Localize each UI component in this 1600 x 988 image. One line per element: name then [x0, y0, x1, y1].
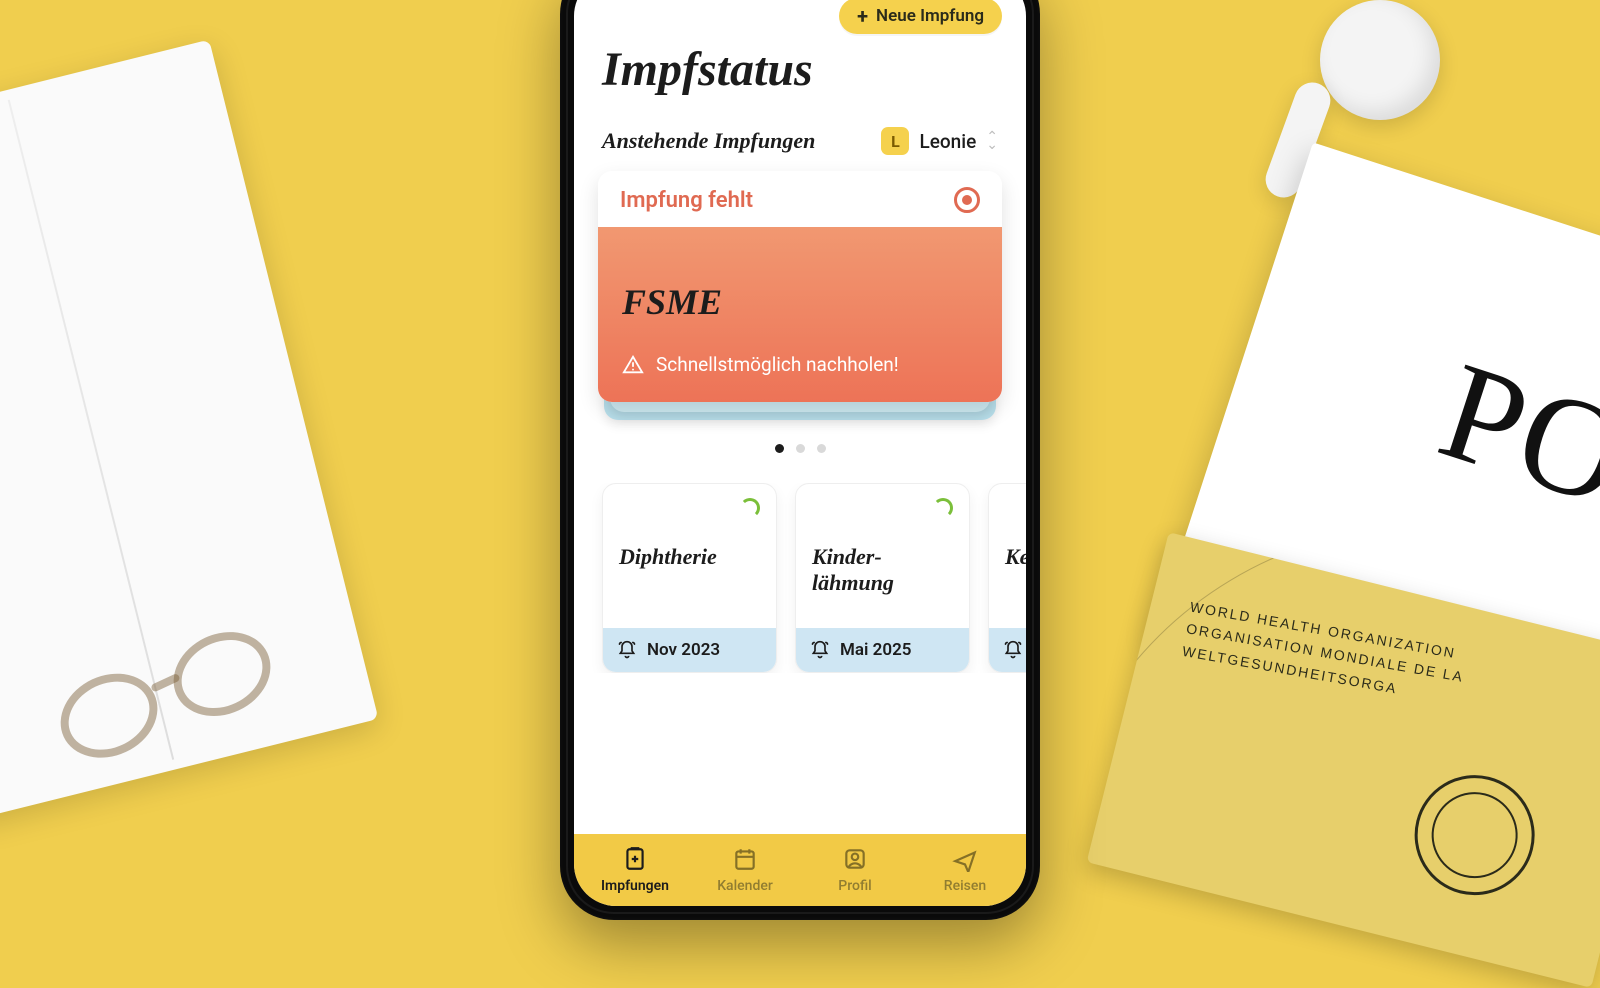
upcoming-card[interactable]: Keuchh Sept	[988, 483, 1026, 673]
new-vaccination-label: Neue Impfung	[876, 6, 984, 26]
tab-label: Impfungen	[601, 878, 669, 894]
tab-profil[interactable]: Profil	[810, 846, 900, 896]
upcoming-card[interactable]: Diphtherie Nov 2023	[602, 483, 777, 673]
upcoming-due-date: Nov 2023	[647, 640, 720, 660]
bell-icon	[1003, 640, 1023, 660]
tab-kalender[interactable]: Kalender	[700, 846, 790, 896]
pager-dot[interactable]	[817, 444, 826, 453]
updown-chevron-icon: ⌃⌄	[986, 133, 998, 150]
target-icon	[954, 187, 980, 213]
phone-frame: + Neue Impfung Impfstatus Anstehende Imp…	[560, 0, 1040, 920]
calendar-icon	[732, 846, 758, 872]
upcoming-card[interactable]: Kinder- lähmung Mai 2025	[795, 483, 970, 673]
tab-reisen[interactable]: Reisen	[920, 846, 1010, 896]
profile-name: Leonie	[919, 130, 976, 153]
profile-switcher[interactable]: L Leonie ⌃⌄	[881, 127, 998, 155]
upcoming-vaccinations-row[interactable]: Diphtherie Nov 2023 Kinder- lähmung	[574, 483, 1026, 673]
profile-initial-badge: L	[881, 127, 909, 155]
progress-ring-icon	[933, 498, 953, 518]
missing-message: Schnellstmöglich nachholen!	[656, 353, 899, 376]
upcoming-disease-name: Kinder- lähmung	[796, 518, 969, 628]
tab-label: Kalender	[717, 878, 773, 894]
pager-dot[interactable]	[775, 444, 784, 453]
plane-icon	[952, 846, 978, 872]
bell-icon	[617, 640, 637, 660]
progress-ring-icon	[740, 498, 760, 518]
bottom-tab-bar: Impfungen Kalender Profil	[574, 834, 1026, 906]
magazine-text-2: POT	[1426, 340, 1600, 557]
pager-dot[interactable]	[796, 444, 805, 453]
section-title: Anstehende Impfungen	[602, 128, 815, 154]
app-screen: + Neue Impfung Impfstatus Anstehende Imp…	[574, 0, 1026, 906]
tab-impfungen[interactable]: Impfungen	[590, 846, 680, 896]
tab-label: Reisen	[944, 878, 986, 894]
page-title: Impfstatus	[574, 34, 1026, 127]
new-vaccination-button[interactable]: + Neue Impfung	[839, 0, 1002, 34]
bell-icon	[810, 640, 830, 660]
alert-triangle-icon	[622, 354, 644, 376]
missing-status-label: Impfung fehlt	[620, 188, 753, 213]
upcoming-disease-name: Diphtherie	[603, 518, 776, 628]
missing-vaccination-card[interactable]: Impfung fehlt FSME Schnellstmöglich nach…	[598, 171, 1002, 402]
vaccination-card-icon	[622, 846, 648, 872]
missing-disease-name: FSME	[622, 281, 978, 323]
tab-label: Profil	[838, 878, 871, 894]
plus-icon: +	[857, 6, 868, 26]
upcoming-due-date: Mai 2025	[840, 640, 912, 660]
upcoming-disease-name: Keuchh	[989, 518, 1026, 628]
profile-icon	[842, 846, 868, 872]
